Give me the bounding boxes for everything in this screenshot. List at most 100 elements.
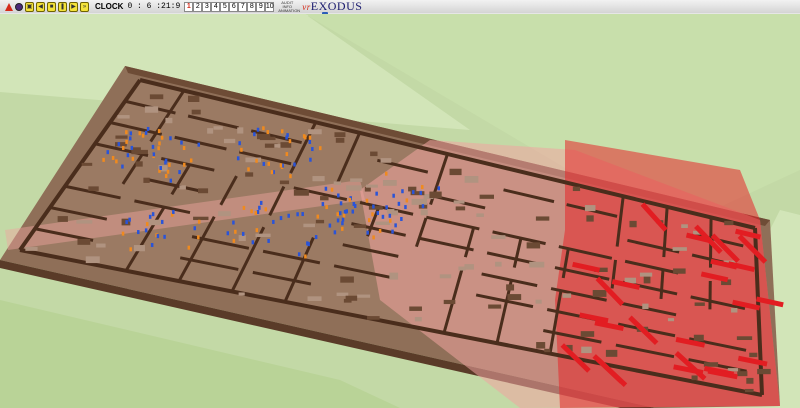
desk (536, 342, 546, 349)
occupant (197, 235, 200, 240)
occupant (182, 146, 186, 151)
occupant (420, 185, 424, 190)
occupant (148, 214, 152, 219)
occupant (378, 228, 382, 233)
desk (259, 136, 276, 141)
rewind-button[interactable]: ◀ (36, 1, 45, 12)
occupant (240, 147, 243, 152)
occupant (258, 205, 261, 210)
occupant (293, 162, 296, 167)
desk (535, 299, 542, 304)
fast-forward-button[interactable]: » (80, 1, 89, 12)
floor-button-8[interactable]: 8 (247, 1, 257, 12)
room-wall (659, 270, 665, 300)
occupant (307, 242, 310, 247)
floor-button-7[interactable]: 7 (238, 1, 248, 12)
desk (439, 274, 452, 279)
occupant (156, 234, 160, 239)
occupant (308, 139, 312, 144)
floor-button-10[interactable]: 10 (265, 1, 275, 12)
floor-button-2[interactable]: 2 (193, 1, 203, 12)
play-button[interactable]: ▶ (69, 1, 78, 12)
desk (340, 276, 354, 283)
occupant (266, 130, 270, 135)
occupant (437, 186, 440, 191)
occupant (150, 243, 154, 248)
desk (81, 162, 93, 166)
occupant (138, 131, 142, 136)
occupant (321, 202, 325, 207)
occupant (106, 150, 110, 155)
floor-button-4[interactable]: 4 (211, 1, 221, 12)
desk (693, 334, 704, 342)
desk (356, 294, 371, 298)
occupant (129, 131, 133, 136)
floor-selector: 1 2 3 4 5 6 7 8 9 10 (184, 1, 275, 12)
occupant (137, 230, 140, 235)
occupant (197, 142, 201, 147)
occupant (280, 129, 284, 134)
clock-value: 0 : 6 :21:9 (127, 1, 181, 11)
stop-button[interactable]: ■ (47, 1, 56, 12)
desk (572, 186, 581, 192)
occupant (270, 170, 274, 175)
occupant (169, 136, 172, 141)
desk (681, 224, 688, 229)
occupant (304, 135, 307, 140)
mode-caption[interactable]: AUDIT INFO ANIMATION (278, 0, 300, 13)
desk (179, 185, 186, 190)
occupant (314, 235, 318, 240)
desk (334, 132, 346, 138)
occupant (232, 220, 235, 225)
occupant (157, 129, 161, 134)
desk (238, 292, 245, 296)
occupant (169, 178, 173, 183)
warning-icon[interactable] (2, 2, 13, 12)
occupant (372, 235, 375, 240)
occupant (128, 217, 131, 222)
occupant (297, 252, 301, 257)
desk (667, 318, 675, 322)
occupant (397, 201, 401, 206)
occupant (336, 212, 339, 217)
desk (135, 161, 143, 167)
desk (312, 176, 325, 182)
3d-floor-plan-view[interactable] (0, 14, 800, 408)
desk (165, 117, 173, 124)
desk (411, 198, 428, 205)
desk (476, 213, 484, 217)
desk (526, 242, 541, 249)
floor-button-3[interactable]: 3 (202, 1, 212, 12)
occupant (279, 163, 283, 168)
desk (85, 256, 100, 264)
desk (382, 180, 397, 186)
desk (429, 191, 442, 199)
desk (629, 220, 637, 228)
desk (307, 296, 322, 301)
desk (449, 168, 462, 176)
occupant (130, 145, 134, 150)
desk (308, 129, 322, 135)
occupant (178, 170, 181, 175)
occupant (255, 158, 258, 163)
record-icon[interactable] (15, 2, 23, 12)
desk (117, 115, 130, 119)
occupant (404, 205, 407, 210)
floor-button-9[interactable]: 9 (256, 1, 266, 12)
occupant (180, 140, 183, 145)
floor-button-6[interactable]: 6 (229, 1, 239, 12)
pause-button[interactable]: ❚ (58, 1, 67, 12)
desk (88, 186, 99, 191)
camera-button[interactable]: ▣ (25, 1, 34, 12)
floor-button-5[interactable]: 5 (220, 1, 230, 12)
occupant (337, 193, 340, 198)
desk (724, 220, 734, 226)
desk (133, 245, 145, 252)
desk (143, 177, 150, 183)
floor-button-1[interactable]: 1 (184, 1, 194, 12)
occupant (419, 190, 423, 195)
desk (365, 184, 378, 188)
occupant (172, 209, 175, 214)
desk (25, 246, 38, 251)
occupant (367, 218, 371, 223)
